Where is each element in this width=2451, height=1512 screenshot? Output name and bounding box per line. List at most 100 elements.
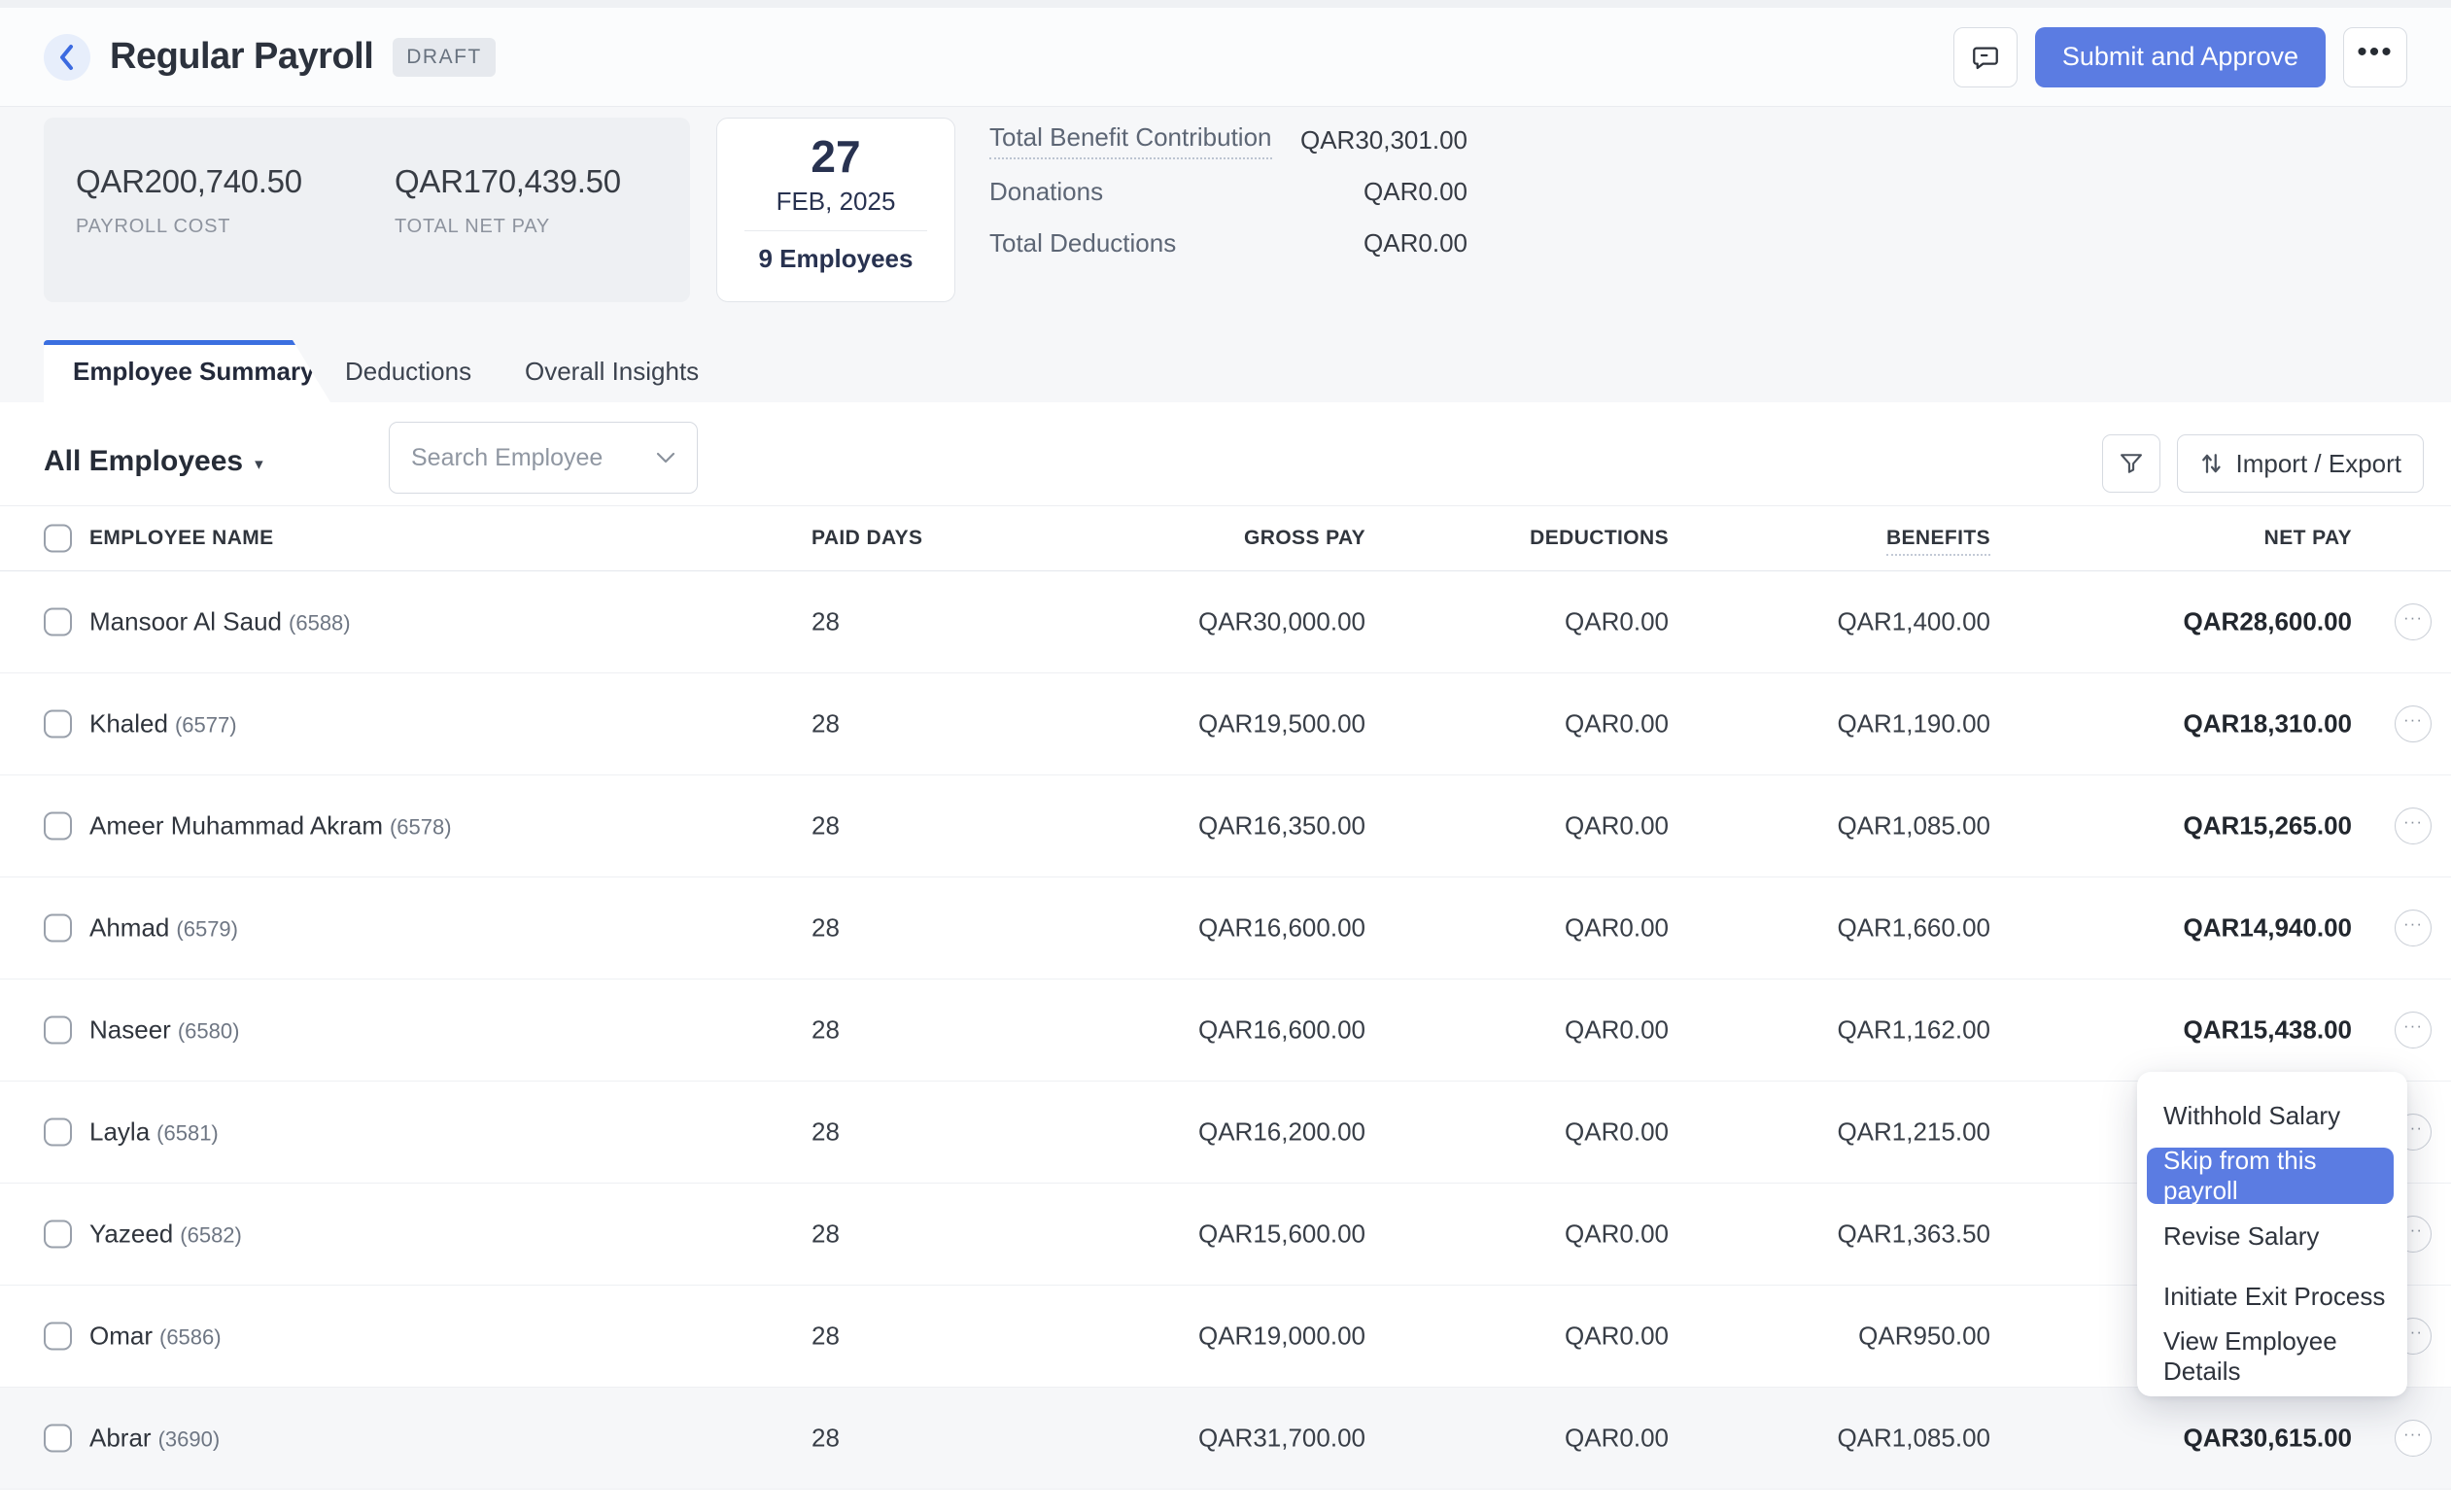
row-actions-button[interactable]: ···: [2395, 705, 2432, 742]
tab-employee-summary[interactable]: Employee Summary: [44, 340, 330, 402]
stat-value: QAR0.00: [1364, 228, 1467, 258]
row-actions-button[interactable]: ···: [2395, 910, 2432, 946]
employee-name-cell: Mansoor Al Saud(6588): [89, 607, 351, 637]
benefits-cell: QAR1,660.00: [1837, 913, 1990, 944]
stat-donations: Donations QAR0.00: [989, 166, 1467, 218]
row-checkbox[interactable]: [44, 1118, 72, 1147]
paid-days-cell: 28: [811, 811, 840, 842]
row-checkbox[interactable]: [44, 812, 72, 841]
table-row[interactable]: Abrar(3690) 28 QAR31,700.00 QAR0.00 QAR1…: [0, 1388, 2451, 1490]
employee-code: (3690): [158, 1427, 221, 1452]
table-row[interactable]: Layla(6581) 28 QAR16,200.00 QAR0.00 QAR1…: [0, 1082, 2451, 1184]
table-row[interactable]: Mansoor Al Saud(6588) 28 QAR30,000.00 QA…: [0, 571, 2451, 673]
filter-button[interactable]: [2102, 434, 2160, 493]
total-net-pay-metric: QAR170,439.50 TOTAL NET PAY: [395, 163, 621, 238]
search-employee-select[interactable]: Search Employee: [389, 422, 698, 494]
comments-button[interactable]: [1953, 27, 2018, 87]
app-bar-actions: Submit and Approve •••: [1953, 27, 2407, 87]
table-row[interactable]: Yazeed(6582) 28 QAR15,600.00 QAR0.00 QAR…: [0, 1184, 2451, 1286]
row-checkbox[interactable]: [44, 608, 72, 636]
paid-days-cell: 28: [811, 1117, 840, 1148]
employee-code: (6577): [175, 713, 237, 738]
paid-days-cell: 28: [811, 1220, 840, 1250]
paid-days-cell: 28: [811, 709, 840, 739]
submit-approve-button[interactable]: Submit and Approve: [2035, 27, 2326, 87]
table-row[interactable]: Khaled(6577) 28 QAR19,500.00 QAR0.00 QAR…: [0, 673, 2451, 775]
benefits-cell: QAR1,215.00: [1837, 1117, 1990, 1148]
menu-item-view-employee-details[interactable]: View Employee Details: [2137, 1326, 2407, 1387]
deductions-cell: QAR0.00: [1565, 1424, 1669, 1454]
deductions-cell: QAR0.00: [1565, 913, 1669, 944]
employee-code: (6588): [289, 611, 351, 636]
chevron-down-icon: [656, 452, 675, 464]
row-checkbox[interactable]: [44, 1323, 72, 1351]
table-row[interactable]: Naseer(6580) 28 QAR16,600.00 QAR0.00 QAR…: [0, 979, 2451, 1082]
column-net-pay: NET PAY: [2264, 527, 2352, 550]
tab-deductions[interactable]: Deductions: [345, 340, 471, 402]
table-header: EMPLOYEE NAME PAID DAYS GROSS PAY DEDUCT…: [0, 505, 2451, 571]
menu-item-revise-salary[interactable]: Revise Salary: [2137, 1206, 2407, 1266]
row-actions-button[interactable]: ···: [2395, 1012, 2432, 1048]
paid-days-cell: 28: [811, 607, 840, 637]
comment-icon: [1970, 42, 2001, 73]
row-checkbox[interactable]: [44, 914, 72, 943]
employee-name-cell: Ameer Muhammad Akram(6578): [89, 811, 452, 842]
employee-name-cell: Omar(6586): [89, 1322, 222, 1352]
deductions-cell: QAR0.00: [1565, 1117, 1669, 1148]
row-actions-button[interactable]: ···: [2395, 1420, 2432, 1457]
total-net-pay-label: TOTAL NET PAY: [395, 216, 621, 238]
employee-name-cell: Yazeed(6582): [89, 1220, 242, 1250]
stat-label: Total Deductions: [989, 228, 1176, 258]
menu-item-withhold-salary[interactable]: Withhold Salary: [2137, 1085, 2407, 1146]
benefits-cell: QAR1,085.00: [1837, 811, 1990, 842]
benefits-cell: QAR1,085.00: [1837, 1424, 1990, 1454]
row-actions-button[interactable]: ···: [2395, 603, 2432, 640]
app-bar: Regular Payroll DRAFT Submit and Approve…: [0, 8, 2451, 107]
back-button[interactable]: [44, 34, 90, 81]
employee-code: (6579): [176, 917, 238, 942]
gross-pay-cell: QAR31,700.00: [1198, 1424, 1365, 1454]
menu-item-initiate-exit[interactable]: Initiate Exit Process: [2137, 1266, 2407, 1326]
more-actions-button[interactable]: •••: [2343, 27, 2407, 87]
column-employee-name: EMPLOYEE NAME: [89, 527, 274, 550]
net-pay-cell: QAR14,940.00: [2184, 913, 2352, 944]
employee-code: (6578): [390, 815, 452, 840]
ellipsis-icon: •••: [2357, 38, 2394, 67]
payroll-cost-label: PAYROLL COST: [76, 216, 302, 238]
page-title: Regular Payroll: [110, 36, 373, 78]
back-chevron-icon: [56, 42, 78, 73]
table-row[interactable]: Ameer Muhammad Akram(6578) 28 QAR16,350.…: [0, 775, 2451, 877]
employee-scope-dropdown[interactable]: All Employees ▾: [44, 445, 263, 478]
menu-item-skip-from-payroll[interactable]: Skip from this payroll: [2147, 1148, 2394, 1204]
payroll-summary-card: QAR200,740.50 PAYROLL COST QAR170,439.50…: [44, 118, 690, 302]
row-checkbox[interactable]: [44, 1220, 72, 1249]
select-all-checkbox[interactable]: [44, 525, 72, 553]
deductions-cell: QAR0.00: [1565, 1015, 1669, 1046]
import-export-button[interactable]: Import / Export: [2177, 434, 2425, 493]
payroll-run-page: Regular Payroll DRAFT Submit and Approve…: [0, 0, 2451, 1512]
row-checkbox[interactable]: [44, 1016, 72, 1045]
net-pay-cell: QAR18,310.00: [2184, 709, 2352, 739]
payroll-cost-metric: QAR200,740.50 PAYROLL COST: [76, 163, 302, 238]
row-checkbox[interactable]: [44, 710, 72, 739]
employee-code: (6580): [178, 1019, 240, 1044]
caret-down-icon: ▾: [255, 455, 263, 474]
top-strip: [0, 0, 2451, 8]
employee-name-cell: Ahmad(6579): [89, 913, 238, 944]
benefits-cell: QAR1,162.00: [1837, 1015, 1990, 1046]
tab-overall-insights[interactable]: Overall Insights: [525, 340, 699, 402]
row-checkbox[interactable]: [44, 1425, 72, 1453]
stat-total-deductions: Total Deductions QAR0.00: [989, 218, 1467, 269]
totals-stats: Total Benefit Contribution QAR30,301.00 …: [989, 115, 1467, 269]
deductions-cell: QAR0.00: [1565, 709, 1669, 739]
import-export-label: Import / Export: [2236, 449, 2402, 479]
employee-name-cell: Naseer(6580): [89, 1015, 239, 1046]
net-pay-cell: QAR15,438.00: [2184, 1015, 2352, 1046]
row-actions-button[interactable]: ···: [2395, 808, 2432, 844]
deductions-cell: QAR0.00: [1565, 1220, 1669, 1250]
column-gross-pay: GROSS PAY: [1244, 527, 1365, 550]
table-toolbar-actions: Import / Export: [2102, 434, 2425, 493]
table-row[interactable]: Ahmad(6579) 28 QAR16,600.00 QAR0.00 QAR1…: [0, 877, 2451, 979]
table-row[interactable]: Omar(6586) 28 QAR19,000.00 QAR0.00 QAR95…: [0, 1286, 2451, 1388]
stat-label: Total Benefit Contribution: [989, 122, 1272, 159]
